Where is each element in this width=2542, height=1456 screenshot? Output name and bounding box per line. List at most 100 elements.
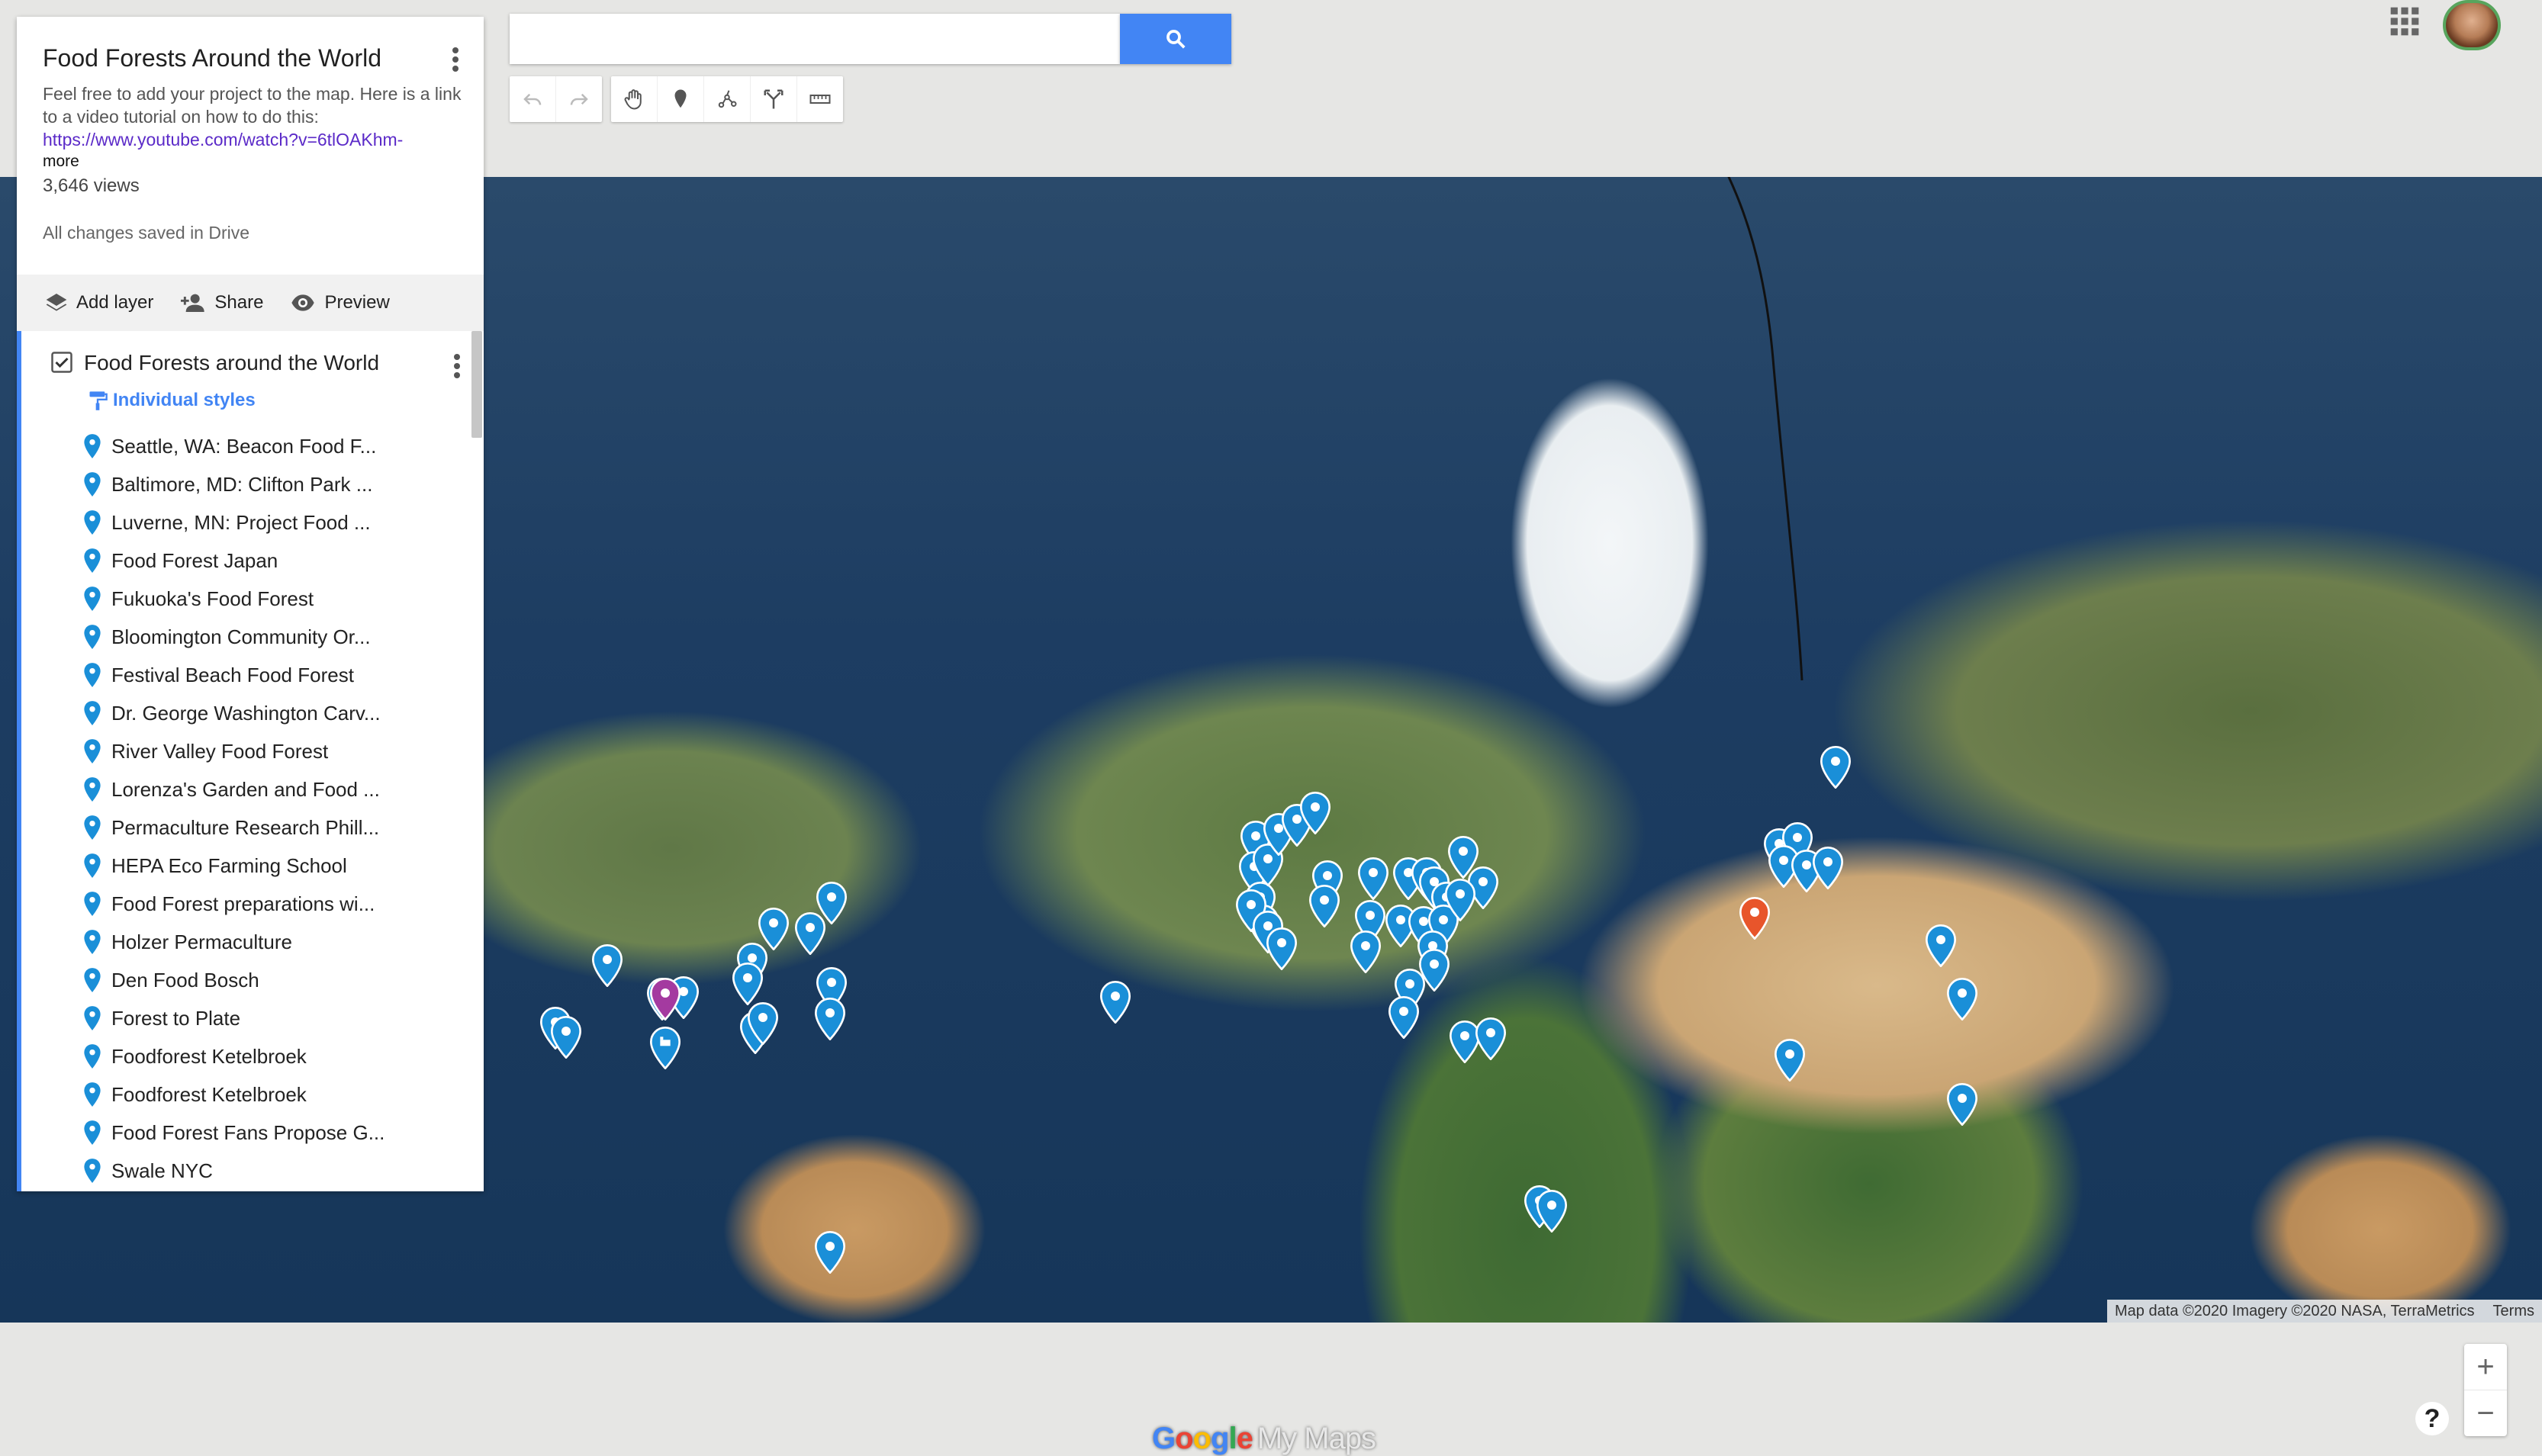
- map-marker[interactable]: [1265, 927, 1298, 970]
- map-marker-lodging[interactable]: [648, 1027, 682, 1069]
- add-layer-label: Add layer: [76, 292, 154, 313]
- marker-icon: [84, 1044, 101, 1069]
- list-item[interactable]: Forest to Plate: [82, 999, 464, 1037]
- pan-tool-button[interactable]: [611, 76, 657, 122]
- list-item[interactable]: Food Forest preparations wi...: [82, 885, 464, 923]
- save-status: All changes saved in Drive: [43, 223, 250, 243]
- map-marker[interactable]: [731, 963, 764, 1005]
- directions-button[interactable]: [750, 76, 796, 122]
- map-marker[interactable]: [813, 998, 847, 1040]
- list-item[interactable]: Dr. George Washington Carv...: [82, 694, 464, 732]
- map-marker[interactable]: [815, 882, 848, 924]
- map-marker[interactable]: [1474, 1017, 1508, 1060]
- map-marker[interactable]: [1356, 857, 1390, 900]
- add-layer-button[interactable]: Add layer: [44, 291, 153, 315]
- list-item-label: Den Food Bosch: [111, 968, 259, 992]
- layer-options-icon[interactable]: [446, 351, 468, 381]
- list-item[interactable]: Den Food Bosch: [82, 961, 464, 999]
- list-item-label: Food Forest preparations wi...: [111, 892, 375, 915]
- map-marker-icon: [1946, 978, 1978, 1020]
- more-link[interactable]: more: [43, 153, 79, 171]
- layer-title[interactable]: Food Forests around the World: [84, 351, 379, 375]
- help-button[interactable]: ?: [2415, 1402, 2449, 1435]
- map-marker[interactable]: [1298, 792, 1332, 834]
- panel-scrollbar[interactable]: [471, 331, 482, 438]
- list-item[interactable]: Foodforest Ketelbroek: [82, 1075, 464, 1114]
- list-item-label: Bloomington Community Or...: [111, 625, 371, 648]
- map-marker-selected[interactable]: [1738, 897, 1771, 940]
- map-marker[interactable]: [1945, 978, 1979, 1020]
- list-item[interactable]: Fukuoka's Food Forest: [82, 580, 464, 618]
- map-legend-panel: Food Forests Around the World Feel free …: [17, 17, 484, 1191]
- zoom-control: + −: [2464, 1344, 2507, 1436]
- map-marker[interactable]: [1535, 1190, 1569, 1233]
- search-input[interactable]: [510, 14, 1120, 64]
- map-marker[interactable]: [1811, 847, 1845, 889]
- list-item[interactable]: River Valley Food Forest: [82, 732, 464, 770]
- list-item[interactable]: Festival Beach Food Forest: [82, 656, 464, 694]
- preview-button[interactable]: Preview: [289, 291, 390, 315]
- map-marker[interactable]: [1387, 996, 1421, 1039]
- zoom-in-button[interactable]: +: [2464, 1344, 2507, 1390]
- map-marker-icon: [1739, 897, 1771, 940]
- map-marker[interactable]: [1099, 981, 1132, 1024]
- ruler-icon: [809, 95, 831, 104]
- map-marker[interactable]: [549, 1016, 583, 1059]
- layer-visibility-checkbox[interactable]: [50, 351, 73, 374]
- marker-icon: [84, 930, 101, 954]
- map-marker[interactable]: [1945, 1083, 1979, 1126]
- list-item-label: Baltimore, MD: Clifton Park ...: [111, 472, 373, 496]
- apps-grid-icon[interactable]: [2388, 5, 2421, 38]
- map-marker-icon: [1812, 847, 1844, 889]
- list-item[interactable]: Swale NYC: [82, 1152, 464, 1190]
- list-item[interactable]: Luverne, MN: Project Food ...: [82, 503, 464, 542]
- map-marker[interactable]: [590, 944, 624, 987]
- map-marker[interactable]: [746, 1002, 780, 1045]
- map-marker-icon: [1475, 1017, 1507, 1060]
- list-item-label: Foodforest Ketelbroek: [111, 1044, 307, 1068]
- map-marker[interactable]: [1443, 879, 1477, 921]
- redo-icon: [570, 93, 588, 105]
- list-item[interactable]: Seattle, WA: Beacon Food F...: [82, 427, 464, 465]
- map-title[interactable]: Food Forests Around the World: [43, 44, 381, 72]
- map-marker[interactable]: [1924, 924, 1958, 967]
- terms-link[interactable]: Terms: [2493, 1303, 2534, 1320]
- marker-icon: [84, 701, 101, 725]
- list-item[interactable]: HEPA Eco Farming School: [82, 847, 464, 885]
- list-item-label: Fukuoka's Food Forest: [111, 587, 314, 610]
- list-item[interactable]: Bloomington Community Or...: [82, 618, 464, 656]
- list-item[interactable]: Permaculture Research Phill...: [82, 808, 464, 847]
- list-item[interactable]: Holzer Permaculture: [82, 923, 464, 961]
- attribution-text: Map data ©2020 Imagery ©2020 NASA, Terra…: [2115, 1302, 2475, 1319]
- measure-button[interactable]: [796, 76, 843, 122]
- more-options-icon[interactable]: [444, 44, 467, 75]
- map-marker[interactable]: [1773, 1039, 1807, 1082]
- map-marker[interactable]: [757, 908, 790, 950]
- map-marker[interactable]: [813, 1231, 847, 1274]
- zoom-out-button[interactable]: −: [2464, 1390, 2507, 1436]
- share-button[interactable]: Share: [179, 291, 263, 315]
- video-link[interactable]: https://www.youtube.com/watch?v=6tlOAKhm…: [43, 128, 470, 151]
- list-item-label: Food Forest Japan: [111, 548, 278, 572]
- search-button[interactable]: [1120, 14, 1231, 64]
- google-my-maps-logo: Google My Maps: [1152, 1422, 1376, 1455]
- add-marker-button[interactable]: [657, 76, 703, 122]
- map-marker-icon: [1444, 879, 1476, 921]
- list-item-label: Festival Beach Food Forest: [111, 663, 354, 686]
- list-item[interactable]: Foodforest Ketelbroek: [82, 1037, 464, 1075]
- map-marker[interactable]: [1308, 885, 1341, 927]
- list-item[interactable]: Food Forest Japan: [82, 542, 464, 580]
- list-item[interactable]: Baltimore, MD: Clifton Park ...: [82, 465, 464, 503]
- draw-line-button[interactable]: [703, 76, 750, 122]
- redo-button[interactable]: [555, 76, 602, 122]
- undo-button[interactable]: [510, 76, 555, 122]
- map-marker-icon: [1536, 1190, 1568, 1233]
- map-marker[interactable]: [1819, 746, 1852, 789]
- map-marker[interactable]: [1349, 930, 1382, 973]
- list-item[interactable]: Lorenza's Garden and Food ...: [82, 770, 464, 808]
- list-item[interactable]: Food Forest Fans Propose G...: [82, 1114, 464, 1152]
- eye-icon: [291, 294, 315, 311]
- map-marker-purple[interactable]: [648, 978, 682, 1020]
- individual-styles-link[interactable]: Individual styles: [87, 389, 256, 412]
- avatar[interactable]: [2443, 0, 2501, 50]
